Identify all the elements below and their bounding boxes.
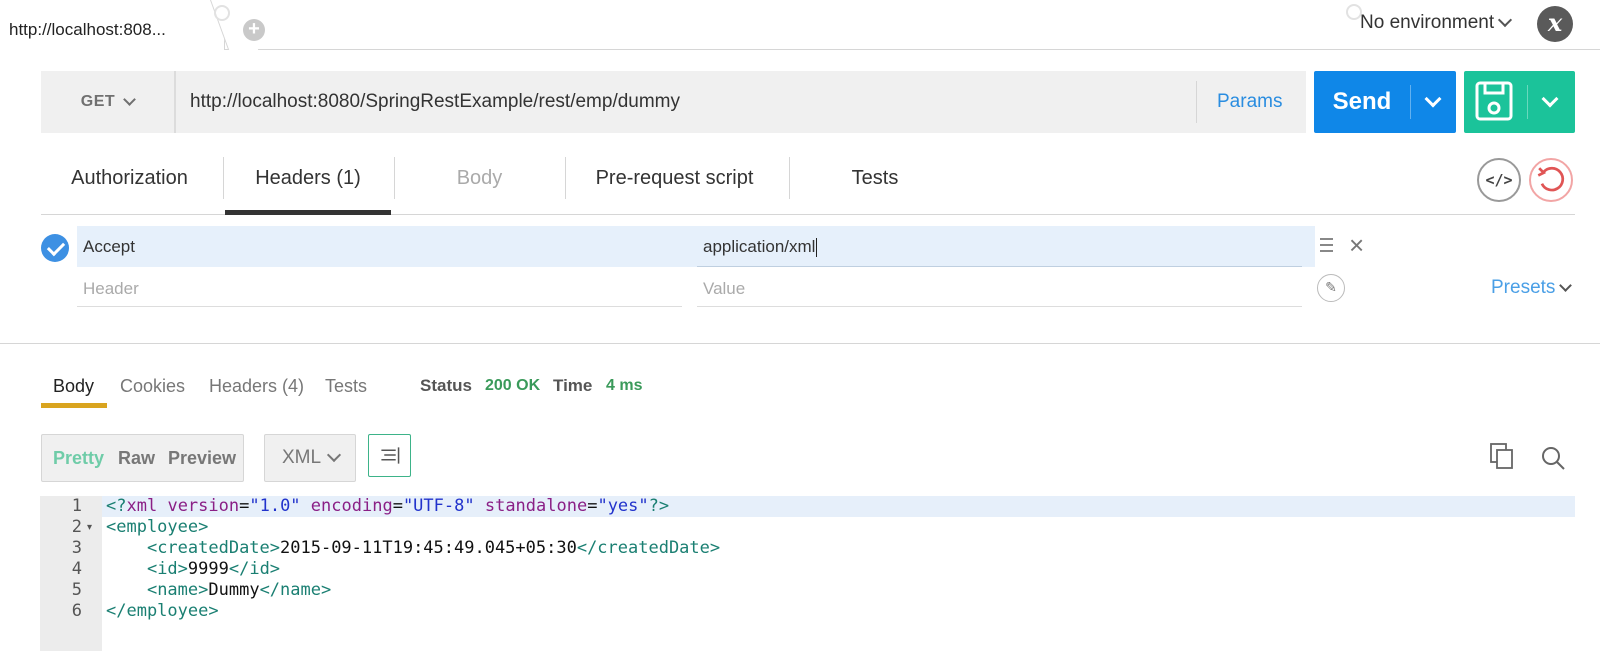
environment-quicklook-icon[interactable]: x [1537, 6, 1573, 42]
divider [394, 157, 395, 199]
request-tab[interactable]: http://localhost:808... [0, 0, 225, 50]
close-icon[interactable]: × [1349, 232, 1364, 258]
code-line: <id>9999</id> [146, 559, 281, 579]
code-line: <?xml version="1.0" encoding="UTF-8" sta… [106, 496, 670, 516]
save-options-chevron-icon[interactable] [1541, 90, 1559, 108]
response-tab-headers[interactable]: Headers (4) [209, 376, 304, 397]
header-key-field[interactable]: Accept [83, 226, 135, 267]
request-tabs: Authorization Headers (1) Body Pre-reque… [41, 155, 1575, 215]
drag-handle-icon[interactable] [1320, 238, 1333, 252]
method-selector[interactable]: GET [41, 71, 176, 133]
preview-button[interactable]: Preview [168, 435, 236, 481]
divider [1410, 85, 1411, 119]
url-bar: GET http://localhost:8080/SpringRestExam… [41, 71, 1306, 133]
url-input[interactable]: http://localhost:8080/SpringRestExample/… [190, 71, 680, 133]
divider [1196, 81, 1197, 123]
request-tab-label: http://localhost:808... [9, 20, 166, 39]
language-selector[interactable]: XML [264, 434, 356, 482]
send-options-chevron-icon[interactable] [1424, 90, 1442, 108]
edit-icon[interactable]: ✎ [1317, 274, 1345, 302]
chevron-down-icon [1559, 279, 1573, 292]
wrap-lines-icon[interactable] [368, 434, 411, 477]
fold-toggle-icon[interactable]: ▾ [87, 517, 92, 538]
tab-pre-request-script[interactable]: Pre-request script [567, 155, 782, 215]
save-icon [1475, 81, 1513, 121]
response-tab-cookies[interactable]: Cookies [120, 376, 185, 397]
divider [1527, 85, 1528, 119]
status-label: Status [420, 376, 472, 395]
line-number: 3 [71, 538, 82, 558]
tab-strip: http://localhost:808... + No environment… [0, 0, 1600, 50]
text-cursor [816, 238, 818, 258]
header-value-text: application/xml [703, 237, 816, 256]
new-header-key-field[interactable]: Header [77, 270, 682, 307]
generate-code-icon[interactable]: </> [1477, 158, 1521, 202]
time-value: 4 ms [606, 377, 643, 394]
raw-button[interactable]: Raw [118, 435, 155, 481]
divider [565, 157, 566, 199]
chevron-down-icon [1498, 12, 1513, 28]
response-tab-tests[interactable]: Tests [325, 376, 367, 397]
section-divider [0, 343, 1600, 344]
line-number: 2 [71, 517, 82, 537]
environment-label: No environment [1360, 12, 1495, 33]
send-label: Send [1332, 88, 1392, 115]
params-button[interactable]: Params [1217, 71, 1282, 133]
format-toggle: Pretty Raw Preview [41, 434, 244, 482]
language-label: XML [282, 447, 322, 468]
presets-dropdown[interactable]: Presets [1491, 277, 1573, 299]
active-tab-indicator [41, 403, 107, 408]
line-number: 4 [71, 559, 82, 579]
chevron-down-icon [123, 93, 137, 106]
header-value-field[interactable]: application/xml [697, 226, 1302, 267]
time-label: Time [553, 376, 593, 395]
line-number: 6 [71, 601, 82, 621]
code-line: </employee> [106, 601, 219, 621]
code-line: <createdDate>2015-09-11T19:45:49.045+05:… [146, 538, 721, 558]
chevron-down-icon [326, 447, 342, 463]
line-number: 5 [71, 580, 82, 600]
code-line: <employee> [106, 517, 209, 537]
response-tab-body[interactable]: Body [53, 376, 94, 397]
presets-label: Presets [1491, 277, 1556, 298]
search-icon[interactable] [1540, 445, 1566, 471]
tab-headers[interactable]: Headers (1) [225, 155, 391, 215]
send-button[interactable]: Send [1314, 71, 1456, 133]
copy-icon[interactable] [1490, 443, 1514, 469]
line-number: 1 [71, 496, 82, 516]
code-line: <name>Dummy</name> [146, 580, 332, 600]
method-label: GET [80, 93, 116, 110]
tab-status-icon [214, 5, 230, 21]
tab-authorization[interactable]: Authorization [41, 155, 218, 215]
add-tab-icon[interactable]: + [243, 19, 265, 41]
divider [223, 157, 224, 199]
header-enabled-checkbox[interactable] [41, 234, 69, 262]
save-button[interactable] [1464, 71, 1575, 133]
pretty-button[interactable]: Pretty [53, 435, 104, 481]
divider [789, 157, 790, 199]
environment-selector[interactable]: No environment [1360, 10, 1513, 36]
tab-body[interactable]: Body [396, 155, 563, 215]
status-value: 200 OK [485, 377, 541, 394]
new-header-value-field[interactable]: Value [697, 270, 1302, 307]
reset-icon[interactable] [1529, 158, 1573, 202]
tab-tests[interactable]: Tests [791, 155, 959, 215]
